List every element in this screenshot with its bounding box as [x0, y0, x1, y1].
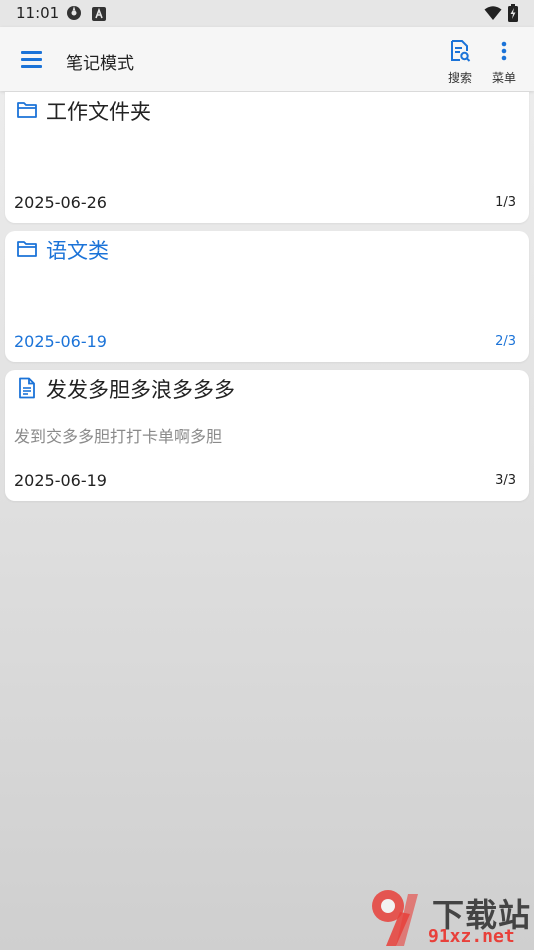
status-left-icons — [66, 5, 106, 25]
a-box-icon — [92, 6, 106, 25]
note-item[interactable]: 发发多胆多浪多多多 发到交多多胆打打卡单啊多胆 2025-06-19 3/3 — [5, 370, 529, 501]
note-index: 3/3 — [495, 473, 516, 488]
note-title: 工作文件夹 — [46, 100, 151, 124]
note-date: 2025-06-26 — [14, 193, 107, 212]
folder-item-work[interactable]: 工作文件夹 2025-06-26 1/3 — [5, 92, 529, 223]
app-bar: 笔记模式 搜索 菜单 — [0, 27, 534, 91]
note-title: 发发多胆多浪多多多 — [46, 378, 235, 402]
wifi-icon — [484, 5, 502, 25]
note-date: 2025-06-19 — [14, 471, 107, 490]
more-menu-button[interactable]: 菜单 — [484, 39, 524, 85]
watermark-bottom-text: 91xz.net — [428, 926, 515, 947]
note-date: 2025-06-19 — [14, 332, 107, 351]
watermark-logo-icon — [372, 890, 418, 946]
note-index: 1/3 — [495, 195, 516, 210]
settings-gear-icon — [66, 5, 82, 25]
watermark: 下载站 91xz.net — [360, 884, 534, 950]
note-title: 语文类 — [46, 239, 109, 263]
page-title: 笔记模式 — [66, 54, 134, 74]
status-right-icons — [484, 4, 518, 26]
document-icon — [16, 377, 38, 399]
battery-charging-icon — [508, 4, 518, 26]
search-label: 搜索 — [447, 71, 472, 85]
folder-icon — [16, 238, 38, 260]
hamburger-menu-icon — [21, 51, 42, 68]
folder-item-chinese[interactable]: 语文类 2025-06-19 2/3 — [5, 231, 529, 362]
status-bar: 11:01 — [0, 0, 534, 27]
status-time: 11:01 — [16, 4, 60, 22]
notes-list: 工作文件夹 2025-06-26 1/3 语文类 2025-06-19 2/3 … — [5, 92, 529, 509]
note-preview: 发到交多多胆打打卡单啊多胆 — [14, 427, 223, 446]
hamburger-menu-button[interactable] — [18, 47, 48, 73]
more-vertical-icon — [501, 41, 507, 61]
search-button[interactable]: 搜索 — [440, 39, 480, 85]
note-index: 2/3 — [495, 334, 516, 349]
folder-icon — [16, 99, 38, 121]
menu-label: 菜单 — [491, 71, 516, 85]
document-search-icon — [451, 40, 471, 62]
